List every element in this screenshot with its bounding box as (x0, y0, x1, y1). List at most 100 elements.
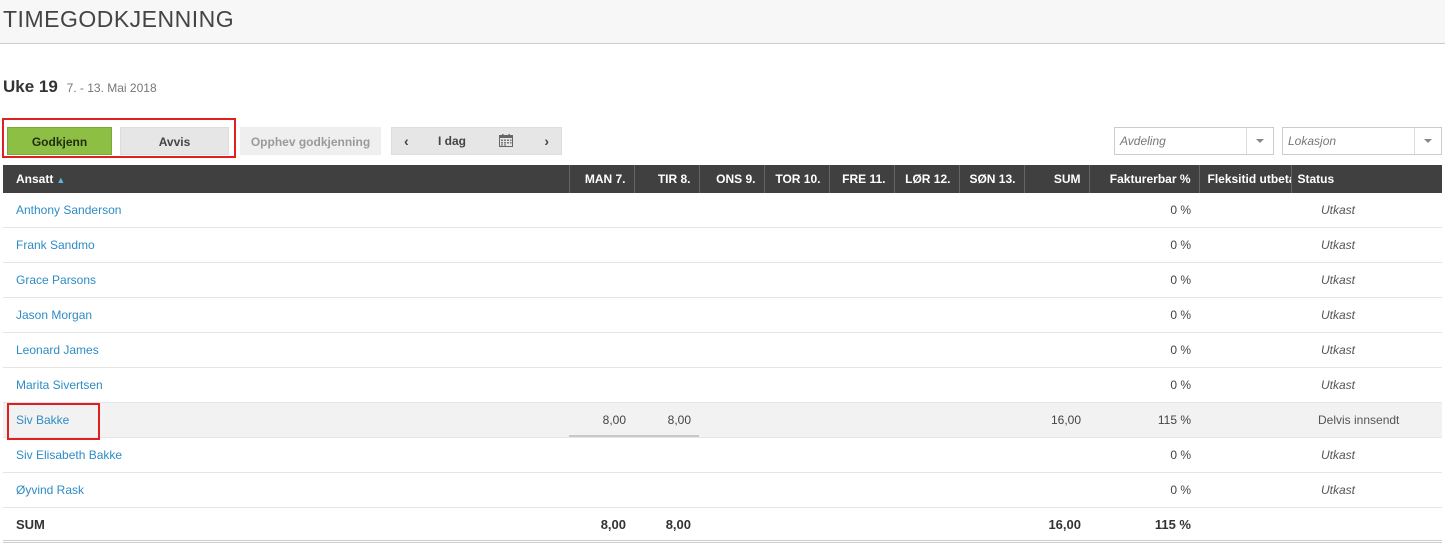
cell-billable: 0 % (1089, 227, 1199, 263)
week-date-range: 7. - 13. Mai 2018 (66, 81, 157, 95)
cell-flex (1199, 332, 1291, 368)
cell-status: Utkast (1291, 472, 1442, 508)
today-button[interactable]: I dag (438, 128, 466, 154)
cell-mon (569, 472, 634, 508)
employee-link[interactable]: Grace Parsons (3, 262, 569, 298)
employee-link[interactable]: Øyvind Rask (3, 472, 569, 508)
cell-status: Utkast (1291, 297, 1442, 333)
header-sun[interactable]: SØN 13. (959, 165, 1025, 193)
chevron-down-icon[interactable] (1246, 128, 1273, 154)
table-row: Marita Sivertsen 0 % Utkast (3, 367, 1442, 403)
cell-sun (959, 472, 1024, 508)
cell-thu (764, 437, 829, 473)
employee-link[interactable]: Leonard James (3, 332, 569, 368)
location-placeholder: Lokasjon (1288, 134, 1337, 148)
cell-wed (699, 472, 764, 508)
cell-mon (569, 193, 634, 228)
cell-sun (959, 193, 1024, 228)
cell-thu (764, 402, 829, 438)
department-select[interactable]: Avdeling (1114, 127, 1274, 155)
cell-fri (829, 332, 894, 368)
cell-sat (894, 297, 959, 333)
cell-billable: 0 % (1089, 193, 1199, 228)
cell-fri (829, 402, 894, 438)
cell-sat (894, 193, 959, 228)
cell-mon (569, 332, 634, 368)
employee-link[interactable]: Jason Morgan (3, 297, 569, 333)
employee-link[interactable]: Anthony Sanderson (3, 193, 569, 228)
employee-link[interactable]: Siv Bakke (3, 402, 569, 438)
cell-billable: 0 % (1089, 332, 1199, 368)
cell-sat (894, 472, 959, 508)
cell-flex (1199, 297, 1291, 333)
cell-sat (894, 262, 959, 298)
prev-week-button[interactable]: ‹ (404, 128, 409, 154)
header-mon[interactable]: MAN 7. (569, 165, 635, 193)
header-fri[interactable]: FRE 11. (829, 165, 895, 193)
cell-sun (959, 332, 1024, 368)
footer-mon: 8,00 (569, 507, 634, 543)
header-tue[interactable]: TIR 8. (634, 165, 700, 193)
table-row-selected[interactable]: Siv Bakke 8,00 8,00 16,00 115 % Delvis inn… (3, 402, 1442, 438)
table-row: Siv Elisabeth Bakke 0 % Utkast (3, 437, 1442, 473)
chevron-down-icon[interactable] (1414, 128, 1441, 154)
unapprove-button[interactable]: Opphev godkjenning (240, 127, 381, 155)
cell-status: Utkast (1291, 367, 1442, 403)
cell-thu (764, 262, 829, 298)
cell-wed (699, 367, 764, 403)
table-row: Jason Morgan 0 % Utkast (3, 297, 1442, 333)
cell-billable: 0 % (1089, 262, 1199, 298)
cell-sun (959, 367, 1024, 403)
location-select[interactable]: Lokasjon (1282, 127, 1442, 155)
footer-tue: 8,00 (634, 507, 699, 543)
cell-sum (1024, 193, 1089, 228)
header-sum[interactable]: SUM (1024, 165, 1090, 193)
header-billable[interactable]: Fakturerbar % (1089, 165, 1200, 193)
cell-mon: 8,00 (569, 402, 634, 438)
footer-billable: 115 % (1089, 507, 1199, 543)
cell-wed (699, 227, 764, 263)
table-header-row: Ansatt ▲ MAN 7. TIR 8. ONS 9. TOR 10. FRE… (3, 165, 1442, 193)
cell-billable: 0 % (1089, 437, 1199, 473)
cell-sun (959, 402, 1024, 438)
header-flex[interactable]: Fleksitid utbetalt (1199, 165, 1292, 193)
cell-mon (569, 367, 634, 403)
cell-fri (829, 297, 894, 333)
employee-link[interactable]: Siv Elisabeth Bakke (3, 437, 569, 473)
cell-sum (1024, 332, 1089, 368)
footer-flex (1199, 507, 1291, 543)
reject-button[interactable]: Avvis (120, 127, 229, 155)
footer-status (1291, 507, 1442, 543)
cell-thu (764, 332, 829, 368)
cell-sat (894, 437, 959, 473)
cell-status: Utkast (1291, 262, 1442, 298)
next-week-button[interactable]: › (544, 128, 549, 154)
cell-mon (569, 227, 634, 263)
cell-thu (764, 193, 829, 228)
header-wed[interactable]: ONS 9. (699, 165, 765, 193)
cell-mon (569, 297, 634, 333)
calendar-icon[interactable] (499, 134, 513, 147)
cell-status: Utkast (1291, 227, 1442, 263)
employee-link[interactable]: Marita Sivertsen (3, 367, 569, 403)
header-employee[interactable]: Ansatt ▲ (3, 165, 570, 193)
cell-thu (764, 227, 829, 263)
cell-sat (894, 332, 959, 368)
table-row: Anthony Sanderson 0 % Utkast (3, 193, 1442, 228)
cell-billable: 0 % (1089, 367, 1199, 403)
cell-billable: 0 % (1089, 472, 1199, 508)
cell-fri (829, 262, 894, 298)
header-status[interactable]: Status (1291, 165, 1442, 193)
employee-link[interactable]: Frank Sandmo (3, 227, 569, 263)
header-sat[interactable]: LØR 12. (894, 165, 960, 193)
sort-asc-icon: ▲ (56, 175, 66, 185)
header-thu[interactable]: TOR 10. (764, 165, 830, 193)
cell-fri (829, 472, 894, 508)
cell-sun (959, 437, 1024, 473)
cell-sum: 16,00 (1024, 402, 1089, 438)
cell-wed (699, 297, 764, 333)
cell-sum (1024, 472, 1089, 508)
cell-flex (1199, 227, 1291, 263)
footer-sum-label: SUM (3, 507, 569, 543)
approve-button[interactable]: Godkjenn (7, 127, 112, 155)
